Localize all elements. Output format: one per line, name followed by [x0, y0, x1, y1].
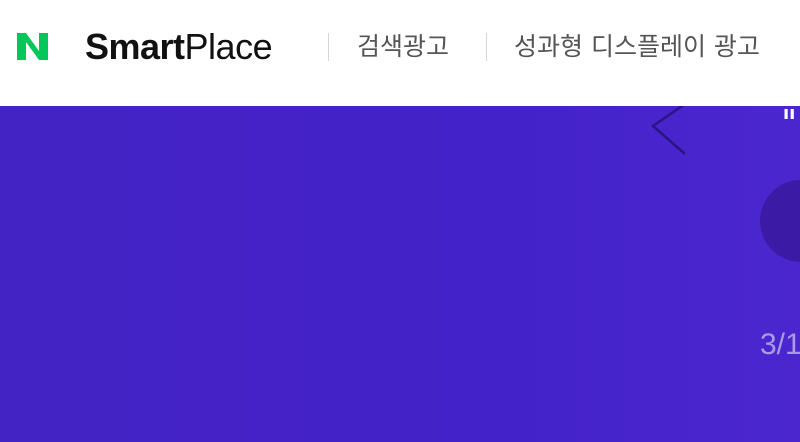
nav-divider [486, 33, 487, 61]
hero-banner-text-fragment: ıı [783, 106, 796, 124]
hero-banner: ıı 3/1 [0, 106, 800, 442]
carousel-page-counter: 3/1 [760, 328, 800, 361]
brand-place-text: Place [184, 26, 273, 67]
chevron-left-icon [650, 106, 686, 155]
naver-logo-icon[interactable] [15, 27, 51, 65]
nav-divider [328, 33, 329, 61]
nav-search-ads[interactable]: 검색광고 [357, 31, 449, 63]
nav-display-ads[interactable]: 성과형 디스플레이 광고 [514, 31, 760, 63]
top-header: SmartPlace 검색광고 성과형 디스플레이 광고 [0, 0, 800, 106]
naver-n-shape [17, 33, 48, 60]
carousel-control-button[interactable] [760, 180, 800, 262]
page: SmartPlace 검색광고 성과형 디스플레이 광고 ıı 3/1 [0, 0, 800, 442]
carousel-prev-button[interactable] [645, 106, 695, 156]
smartplace-brand-link[interactable]: SmartPlace [85, 26, 273, 67]
brand-smart-text: Smart [85, 26, 185, 67]
